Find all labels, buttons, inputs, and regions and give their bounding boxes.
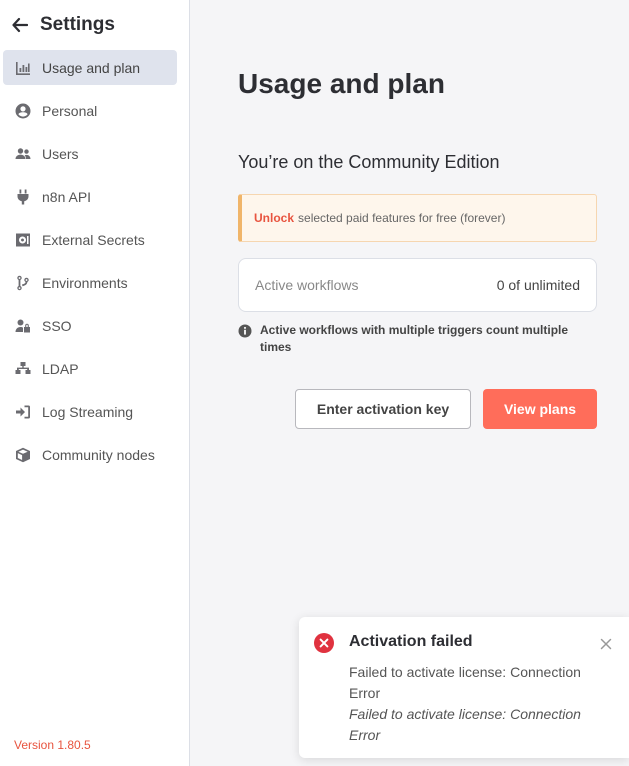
view-plans-button[interactable]: View plans [483,389,597,429]
sidebar-item-label: SSO [42,317,72,334]
user-circle-icon [14,102,31,119]
active-workflows-value: 0 of unlimited [496,277,580,293]
settings-header: Settings [0,0,189,50]
user-lock-icon [14,317,31,334]
active-workflows-card: Active workflows 0 of unlimited [238,258,597,312]
error-toast: Activation failed Failed to activate lic… [299,617,629,758]
notice-text: selected paid features for free (forever… [298,211,506,225]
code-branch-icon [14,274,31,291]
vault-icon [14,231,31,248]
toast-title: Activation failed [349,633,473,650]
error-circle-icon [314,633,334,653]
sidebar-item-sso[interactable]: SSO [3,308,177,343]
settings-title: Settings [40,14,115,35]
settings-sidebar: Settings Usage and plan Personal Users n… [0,0,190,766]
sidebar-item-usage-and-plan[interactable]: Usage and plan [3,50,177,85]
sidebar-item-label: Users [42,145,79,162]
sidebar-item-log-streaming[interactable]: Log Streaming [3,394,177,429]
sidebar-item-external-secrets[interactable]: External Secrets [3,222,177,257]
toast-detail-text: Failed to activate license: Connection E… [349,706,581,743]
sidebar-item-environments[interactable]: Environments [3,265,177,300]
toast-message-text: Failed to activate license: Connection E… [349,664,581,701]
plug-icon [14,188,31,205]
sidebar-item-label: Personal [42,102,98,119]
unlock-notice: Unlock selected paid features for free (… [238,194,597,242]
sidebar-item-ldap[interactable]: LDAP [3,351,177,386]
sidebar-item-n8n-api[interactable]: n8n API [3,179,177,214]
sidebar-item-users[interactable]: Users [3,136,177,171]
chart-bar-icon [14,59,31,76]
active-workflows-label: Active workflows [255,277,359,293]
sidebar-item-label: LDAP [42,360,79,377]
cube-icon [14,446,31,463]
sidebar-item-label: Log Streaming [42,403,134,420]
toast-message: Failed to activate license: Connection E… [349,662,607,746]
back-arrow-icon[interactable] [12,16,30,34]
close-icon[interactable] [600,637,612,650]
version-label: Version 1.80.5 [14,738,91,752]
workflow-info-note: Active workflows with multiple triggers … [238,322,598,356]
info-circle-icon [238,324,252,338]
sidebar-item-community-nodes[interactable]: Community nodes [3,437,177,472]
network-wired-icon [14,360,31,377]
edition-heading: You’re on the Community Edition [238,152,500,172]
unlock-link[interactable]: Unlock [254,211,294,225]
sidebar-item-label: External Secrets [42,231,145,248]
page-title: Usage and plan [238,68,445,99]
sidebar-item-label: Community nodes [42,446,155,463]
enter-activation-key-button[interactable]: Enter activation key [295,389,471,429]
sidebar-item-personal[interactable]: Personal [3,93,177,128]
sign-in-icon [14,403,31,420]
sidebar-item-label: Environments [42,274,128,291]
user-friends-icon [14,145,31,162]
sidebar-item-label: n8n API [42,188,92,205]
sidebar-item-label: Usage and plan [42,59,141,76]
info-text: Active workflows with multiple triggers … [260,323,569,354]
